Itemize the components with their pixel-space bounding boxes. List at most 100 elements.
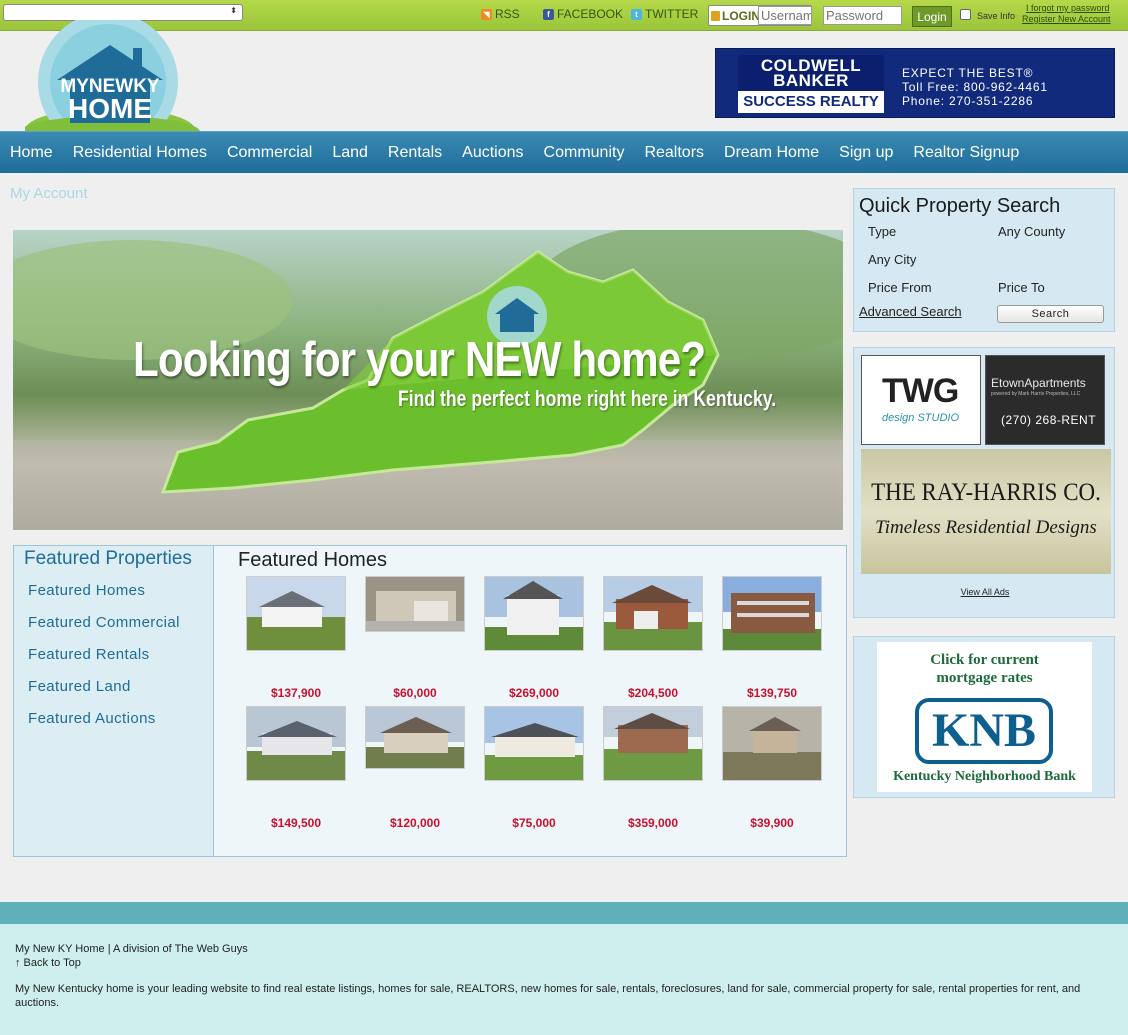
nav-item-realtors[interactable]: Realtors (644, 144, 704, 162)
banner-brand: COLDWELL BANKER (760, 56, 862, 90)
rss-link[interactable]: ◥ RSS (481, 7, 520, 21)
featured-homes-link[interactable]: Featured Homes (28, 582, 180, 614)
listing-card[interactable]: $359,000 (603, 706, 704, 830)
nav-item-commercial[interactable]: Commercial (227, 144, 312, 162)
site-logo[interactable]: MYNEWKY HOME (20, 12, 200, 152)
twitter-link[interactable]: t TWITTER (631, 7, 698, 21)
twg-ad-tagline: design STUDIO (882, 412, 960, 424)
featured-commercial-link[interactable]: Featured Commercial (28, 614, 180, 646)
footer-band (0, 902, 1128, 924)
listing-card[interactable]: $269,000 (484, 576, 585, 700)
listing-card[interactable]: $75,000 (484, 706, 585, 830)
listing-price: $120,000 (389, 816, 441, 830)
search-button[interactable]: Search (997, 305, 1104, 323)
listing-price: $149,500 (270, 816, 322, 830)
view-all-ads-link[interactable]: View All Ads (854, 587, 1116, 597)
banner-office: SUCCESS REALTY (738, 91, 884, 113)
forgot-password-link[interactable]: I forgot my password (1026, 3, 1110, 13)
featured-land-link[interactable]: Featured Land (28, 678, 180, 710)
listing-card[interactable]: $60,000 (365, 576, 466, 700)
featured-sidebar-title: Featured Properties (24, 548, 192, 569)
listing-photo[interactable] (246, 706, 347, 782)
quick-search-title: Quick Property Search (859, 195, 1061, 217)
ray-harris-name: THE RAY-HARRIS CO. (871, 479, 1101, 506)
nav-item-community[interactable]: Community (544, 144, 625, 162)
mortgage-ad-panel: Click for current mortgage rates KNB Ken… (853, 636, 1115, 798)
etown-apartments-ad[interactable]: EtownApartments powered by Mark Harris P… (985, 355, 1105, 445)
price-from-select[interactable]: Price From (868, 280, 932, 295)
nav-item-residential-homes[interactable]: Residential Homes (73, 144, 207, 162)
knb-ad-headline: Click for current mortgage rates (930, 652, 1039, 686)
listing-card[interactable]: $139,750 (722, 576, 823, 700)
listing-price: $39,900 (750, 816, 794, 830)
listing-photo[interactable] (722, 706, 823, 782)
ray-harris-tagline: Timeless Residential Designs (875, 517, 1097, 538)
knb-ad[interactable]: Click for current mortgage rates KNB Ken… (877, 642, 1092, 792)
etown-ad-name: EtownApartments (991, 376, 1086, 390)
listing-photo[interactable] (484, 706, 585, 782)
nav-item-home[interactable]: Home (10, 144, 53, 162)
nav-item-land[interactable]: Land (332, 144, 368, 162)
banner-contact: EXPECT THE BEST® Toll Free: 800-962-4461… (902, 66, 1048, 108)
listing-photo[interactable] (365, 576, 466, 633)
listing-price: $269,000 (508, 686, 560, 700)
banner-toll-free: Toll Free: 800-962-4461 (902, 80, 1048, 94)
login-label: LOGIN (709, 9, 760, 23)
nav-item-realtor-signup[interactable]: Realtor Signup (913, 144, 1019, 162)
listing-card[interactable]: $137,900 (246, 576, 347, 700)
save-info-checkbox[interactable] (960, 9, 971, 20)
listing-photo[interactable] (603, 576, 704, 652)
city-select[interactable]: Any City (868, 252, 916, 267)
ray-harris-ad[interactable]: THE RAY-HARRIS CO. Timeless Residential … (861, 449, 1111, 574)
login-text: LOGIN (722, 8, 760, 23)
main-nav: Home Residential Homes Commercial Land R… (0, 131, 1128, 173)
nav-item-auctions[interactable]: Auctions (462, 144, 523, 162)
back-to-top-link[interactable]: ↑ Back to Top (15, 957, 81, 969)
save-info-label: Save Info (977, 11, 1016, 21)
etown-ad-tagline: powered by Mark Harris Properties, LLC (991, 391, 1081, 397)
listing-card[interactable]: $149,500 (246, 706, 347, 830)
nav-item-sign-up[interactable]: Sign up (839, 144, 893, 162)
knb-logo: KNB (915, 698, 1053, 764)
listing-photo[interactable] (722, 576, 823, 652)
facebook-link[interactable]: f FACEBOOK (543, 7, 623, 21)
listing-price: $75,000 (512, 816, 556, 830)
hero-banner[interactable]: Looking for your NEW home? Find the perf… (13, 230, 843, 530)
twitter-label: TWITTER (645, 7, 699, 21)
site-select[interactable]: ⬍ (3, 4, 243, 21)
quick-property-search: Quick Property Search Type Any County An… (853, 188, 1115, 332)
nav-item-dream-home[interactable]: Dream Home (724, 144, 819, 162)
rss-label: RSS (495, 7, 520, 21)
register-link[interactable]: Register New Account (1022, 14, 1111, 24)
listing-photo[interactable] (365, 706, 466, 770)
footer: My New KY Home | A division of The Web G… (0, 924, 1128, 1035)
county-select[interactable]: Any County (998, 224, 1065, 239)
my-account-link[interactable]: My Account (10, 185, 88, 202)
banner-phone: Phone: 270-351-2286 (902, 94, 1034, 108)
featured-properties: Featured Properties Featured Homes Featu… (13, 545, 847, 857)
listing-photo[interactable] (603, 706, 704, 782)
type-select[interactable]: Type (868, 224, 896, 239)
price-to-select[interactable]: Price To (998, 280, 1045, 295)
listing-photo[interactable] (484, 576, 585, 652)
featured-homes-title: Featured Homes (238, 549, 387, 571)
password-input[interactable] (823, 6, 902, 25)
listing-card[interactable]: $204,500 (603, 576, 704, 700)
featured-auctions-link[interactable]: Featured Auctions (28, 710, 180, 742)
chevron-updown-icon: ⬍ (230, 6, 237, 15)
featured-rentals-link[interactable]: Featured Rentals (28, 646, 180, 678)
listing-price: $204,500 (627, 686, 679, 700)
listing-card[interactable]: $39,900 (722, 706, 823, 830)
coldwell-banker-banner[interactable]: COLDWELL BANKER SUCCESS REALTY EXPECT TH… (715, 48, 1115, 118)
hero-title: Looking for your NEW home? (133, 333, 706, 387)
etown-ad-phone: (270) 268-RENT (1001, 413, 1097, 427)
listing-photo[interactable] (246, 576, 347, 652)
ads-panel: TWG design STUDIO EtownApartments powere… (853, 347, 1115, 618)
login-button[interactable]: Login (912, 6, 952, 27)
nav-item-rentals[interactable]: Rentals (388, 144, 442, 162)
username-input[interactable] (758, 6, 812, 25)
listing-card[interactable]: $120,000 (365, 706, 466, 830)
footer-credit: My New KY Home | A division of The Web G… (15, 943, 248, 955)
twg-ad[interactable]: TWG design STUDIO (861, 355, 981, 445)
advanced-search-link[interactable]: Advanced Search (859, 304, 962, 319)
